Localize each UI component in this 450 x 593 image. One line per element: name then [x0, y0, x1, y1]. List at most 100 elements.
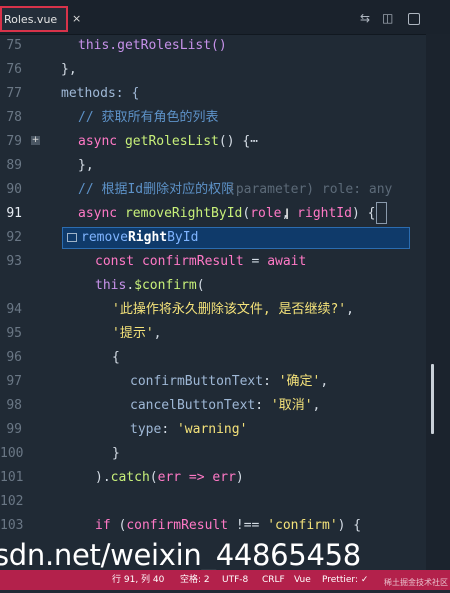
method-icon: [67, 233, 77, 242]
code-line-79: 79 + async getRolesList() {⋯: [0, 130, 426, 154]
code-line-103: 103 if (confirmResult !== 'confirm') {: [0, 514, 426, 538]
prettier-status[interactable]: Prettier: ✓: [322, 570, 368, 590]
code-line-91: 91 async removeRightById(role, rightId) …: [0, 202, 426, 226]
status-bar: 行 91, 列 40 空格: 2 UTF-8 CRLF Vue Prettier…: [0, 570, 450, 590]
string: '取消': [270, 398, 313, 413]
line-number: 94: [6, 302, 22, 317]
code-editor[interactable]: 75 this.getRolesList() 76 }, 77 methods:…: [0, 34, 426, 570]
line-number: 92: [6, 230, 22, 245]
cursor-icon: I: [285, 207, 290, 223]
parameter-hint: (parameter) role: any: [228, 182, 393, 197]
code-text: },: [61, 62, 77, 77]
line-number: 103: [0, 518, 24, 533]
expand-icon[interactable]: [408, 13, 420, 25]
compare-icon[interactable]: ⇆: [360, 11, 370, 25]
code-line-98: 98 cancelButtonText: '取消',: [0, 394, 426, 418]
code-line-101: 101 ).catch(err => err): [0, 466, 426, 490]
code-text: ) {: [337, 518, 362, 533]
property-key: confirmButtonText: [130, 374, 264, 389]
tab-label: Roles.vue: [4, 12, 58, 26]
line-number: 102: [0, 494, 24, 509]
line-number: 96: [6, 350, 22, 365]
line-number: 90: [6, 182, 22, 197]
function-name: getRolesList: [124, 134, 219, 149]
line-number: 89: [6, 158, 22, 173]
property-key: type: [130, 422, 162, 437]
code-line-100: 100 }: [0, 442, 426, 466]
tab-close-icon[interactable]: ×: [72, 12, 81, 25]
code-line-97: 97 confirmButtonText: '确定',: [0, 370, 426, 394]
parameter: rightId: [297, 206, 352, 221]
end-of-line[interactable]: CRLF: [262, 570, 285, 590]
code-line-102: 102: [0, 490, 426, 514]
operator: =: [243, 254, 268, 269]
autocomplete-suggestion[interactable]: removeRightById: [62, 227, 410, 249]
file-encoding[interactable]: UTF-8: [222, 570, 248, 590]
code-text: {: [112, 350, 120, 365]
bracket-match-highlight: [376, 202, 387, 224]
code-line-99: 99 type: 'warning': [0, 418, 426, 442]
keyword: if: [95, 518, 111, 533]
variable: err: [212, 470, 236, 485]
code-line-93b: this.$confirm(: [95, 278, 205, 293]
code-text: }: [112, 446, 120, 461]
code-text: {: [367, 206, 376, 221]
operator: =>: [181, 470, 213, 485]
code-line-89: 89 },: [0, 154, 426, 178]
code-line-96: 96 {: [0, 346, 426, 370]
tab-roles-vue[interactable]: Roles.vue: [0, 6, 68, 32]
code-text: },: [78, 158, 94, 173]
tab-bar: Roles.vue × ⇆ ◫: [0, 0, 450, 35]
scrollbar-thumb[interactable]: [431, 364, 434, 434]
code-line-77: 77 methods: {: [0, 82, 426, 106]
keyword: await: [267, 254, 307, 269]
code-text: () {⋯: [218, 134, 259, 149]
variable: confirmResult: [141, 254, 244, 269]
line-number: 78: [6, 110, 22, 125]
code-line-93: 93 const confirmResult = await: [0, 250, 426, 274]
code-text: methods: {: [61, 86, 140, 101]
line-number: 98: [6, 398, 22, 413]
fold-expand-icon[interactable]: +: [31, 136, 40, 145]
parameter: err: [157, 470, 182, 485]
function-name: $confirm: [134, 278, 197, 293]
keyword: this: [95, 278, 127, 293]
suggestion-label: removeRightById: [81, 230, 199, 245]
code-line-94: 94 '此操作将永久删除该文件, 是否继续?',: [0, 298, 426, 322]
string: '提示': [112, 326, 154, 341]
string: 'warning': [176, 422, 248, 437]
keyword: async: [78, 206, 118, 221]
line-number: 95: [6, 326, 22, 341]
line-number: 97: [6, 374, 22, 389]
vertical-scrollbar[interactable]: [426, 34, 450, 570]
keyword: async: [78, 134, 118, 149]
line-number: 77: [6, 86, 22, 101]
code-line-90: 90 // 根据Id删除对应的权限 (parameter) role: any: [0, 178, 426, 202]
code-line-78: 78 // 获取所有角色的列表: [0, 106, 426, 130]
line-number: 76: [6, 62, 22, 77]
string: '确定': [278, 374, 321, 389]
indent-spaces[interactable]: 空格: 2: [180, 570, 210, 590]
split-editor-icon[interactable]: ◫: [382, 11, 393, 25]
line-number: 101: [0, 470, 24, 485]
property-key: cancelButtonText: [130, 398, 256, 413]
code-line-95: 95 '提示',: [0, 322, 426, 346]
string: 'confirm': [267, 518, 338, 533]
line-number: 100: [0, 446, 24, 461]
function-name: removeRightById: [124, 206, 243, 221]
code-line-75: 75 this.getRolesList(): [0, 34, 426, 58]
comment-text: // 获取所有角色的列表: [78, 110, 219, 125]
language-mode[interactable]: Vue: [294, 570, 311, 590]
juejin-badge: 稀土掘金技术社区: [384, 578, 448, 587]
watermark-text: sdn.net/weixin_44865458: [0, 538, 361, 572]
line-number: 99: [6, 422, 22, 437]
operator: !==: [228, 518, 268, 533]
cursor-position[interactable]: 行 91, 列 40: [112, 570, 164, 590]
keyword: const: [95, 254, 135, 269]
line-number: 93: [6, 254, 22, 269]
parameter: role: [250, 206, 282, 221]
code-text: this.getRolesList(): [78, 38, 227, 53]
function-name: catch: [110, 470, 150, 485]
comment-text: // 根据Id删除对应的权限: [78, 182, 235, 197]
line-number: 75: [6, 38, 22, 53]
